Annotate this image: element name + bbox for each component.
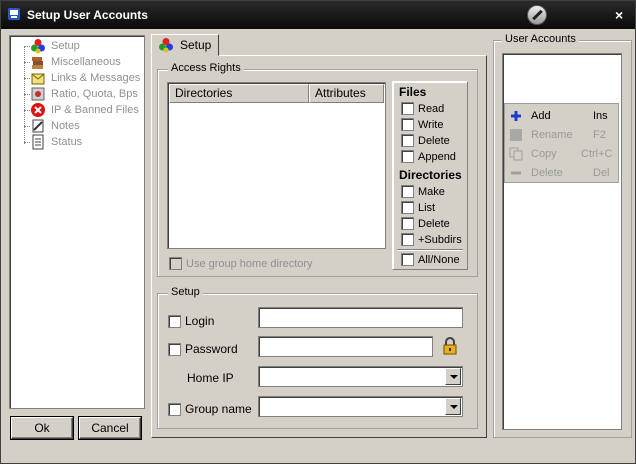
tree-item-notes[interactable]: Notes xyxy=(30,118,80,134)
list-header: Directories Attributes xyxy=(169,84,384,103)
dir-delete-checkbox[interactable]: Delete xyxy=(401,217,450,230)
tree-item-status[interactable]: Status xyxy=(30,134,82,150)
books-icon xyxy=(32,57,43,69)
banned-icon xyxy=(31,103,45,117)
access-rights-legend: Access Rights xyxy=(168,62,244,74)
chevron-down-icon[interactable] xyxy=(445,398,461,415)
ratio-icon xyxy=(31,87,45,101)
tree-item-links-messages[interactable]: Links & Messages xyxy=(30,70,140,86)
home-ip-combobox[interactable] xyxy=(258,366,463,387)
close-icon[interactable]: × xyxy=(615,7,623,23)
plus-icon xyxy=(511,111,521,121)
column-attributes[interactable]: Attributes xyxy=(309,84,384,103)
setup-user-accounts-window: Setup User Accounts × Setup Miscellaneou… xyxy=(0,0,636,464)
read-checkbox[interactable]: Read xyxy=(401,102,444,115)
cancel-button[interactable]: Cancel xyxy=(79,417,141,439)
tree-item-miscellaneous[interactable]: Miscellaneous xyxy=(30,54,121,70)
password-field[interactable] xyxy=(258,336,433,357)
write-checkbox[interactable]: Write xyxy=(401,118,443,131)
menu-copy[interactable]: Copy Ctrl+C xyxy=(509,145,617,163)
subdirs-checkbox[interactable]: +Subdirs xyxy=(401,233,462,246)
tree-connector xyxy=(24,46,25,144)
chevron-down-icon[interactable] xyxy=(445,368,461,385)
setup-icon xyxy=(159,38,173,53)
user-accounts-menu: Add Ins Rename F2 Copy Ctrl+C Delete Del xyxy=(504,103,619,183)
tree-item-ratio-quota[interactable]: Ratio, Quota, Bps xyxy=(30,86,138,102)
category-tree[interactable]: Setup Miscellaneous Links & Messages Rat… xyxy=(9,35,145,409)
app-icon xyxy=(8,8,20,20)
password-checkbox[interactable]: Password xyxy=(168,342,238,356)
directories-heading: Directories xyxy=(399,168,462,182)
list-checkbox[interactable]: List xyxy=(401,201,435,214)
make-checkbox[interactable]: Make xyxy=(401,185,445,198)
minimize-icon[interactable] xyxy=(527,5,547,25)
links-icon xyxy=(31,73,45,85)
login-checkbox[interactable]: Login xyxy=(168,314,214,328)
minus-icon xyxy=(511,171,521,175)
group-name-checkbox[interactable]: Group name xyxy=(168,402,252,416)
notes-icon xyxy=(32,119,44,133)
window-title: Setup User Accounts xyxy=(27,8,148,22)
files-heading: Files xyxy=(399,85,427,99)
menu-delete[interactable]: Delete Del xyxy=(509,164,617,182)
group-name-combobox[interactable] xyxy=(258,396,463,417)
tree-item-setup[interactable]: Setup xyxy=(30,38,80,54)
menu-add[interactable]: Add Ins xyxy=(509,107,617,125)
ok-button[interactable]: Ok xyxy=(11,417,73,439)
tree-item-ip-banned[interactable]: IP & Banned Files xyxy=(30,102,139,118)
all-none-checkbox[interactable]: All/None xyxy=(401,253,460,266)
login-field[interactable] xyxy=(258,307,463,328)
status-icon xyxy=(32,134,44,150)
user-accounts-legend: User Accounts xyxy=(502,33,579,45)
title-bar[interactable]: Setup User Accounts × xyxy=(1,1,635,29)
column-directories[interactable]: Directories xyxy=(169,84,309,103)
tab-setup[interactable]: Setup xyxy=(151,34,219,56)
setup-icon xyxy=(31,39,45,54)
directories-list[interactable]: Directories Attributes xyxy=(167,82,386,249)
append-checkbox[interactable]: Append xyxy=(401,150,456,163)
rename-icon xyxy=(510,129,522,141)
lock-icon[interactable] xyxy=(442,337,458,355)
setup-legend: Setup xyxy=(168,286,203,298)
use-group-home-checkbox[interactable]: Use group home directory xyxy=(169,257,313,270)
divider xyxy=(397,249,463,251)
menu-rename[interactable]: Rename F2 xyxy=(509,126,617,144)
copy-icon xyxy=(509,147,523,161)
file-delete-checkbox[interactable]: Delete xyxy=(401,134,450,147)
home-ip-label: Home IP xyxy=(187,371,234,385)
